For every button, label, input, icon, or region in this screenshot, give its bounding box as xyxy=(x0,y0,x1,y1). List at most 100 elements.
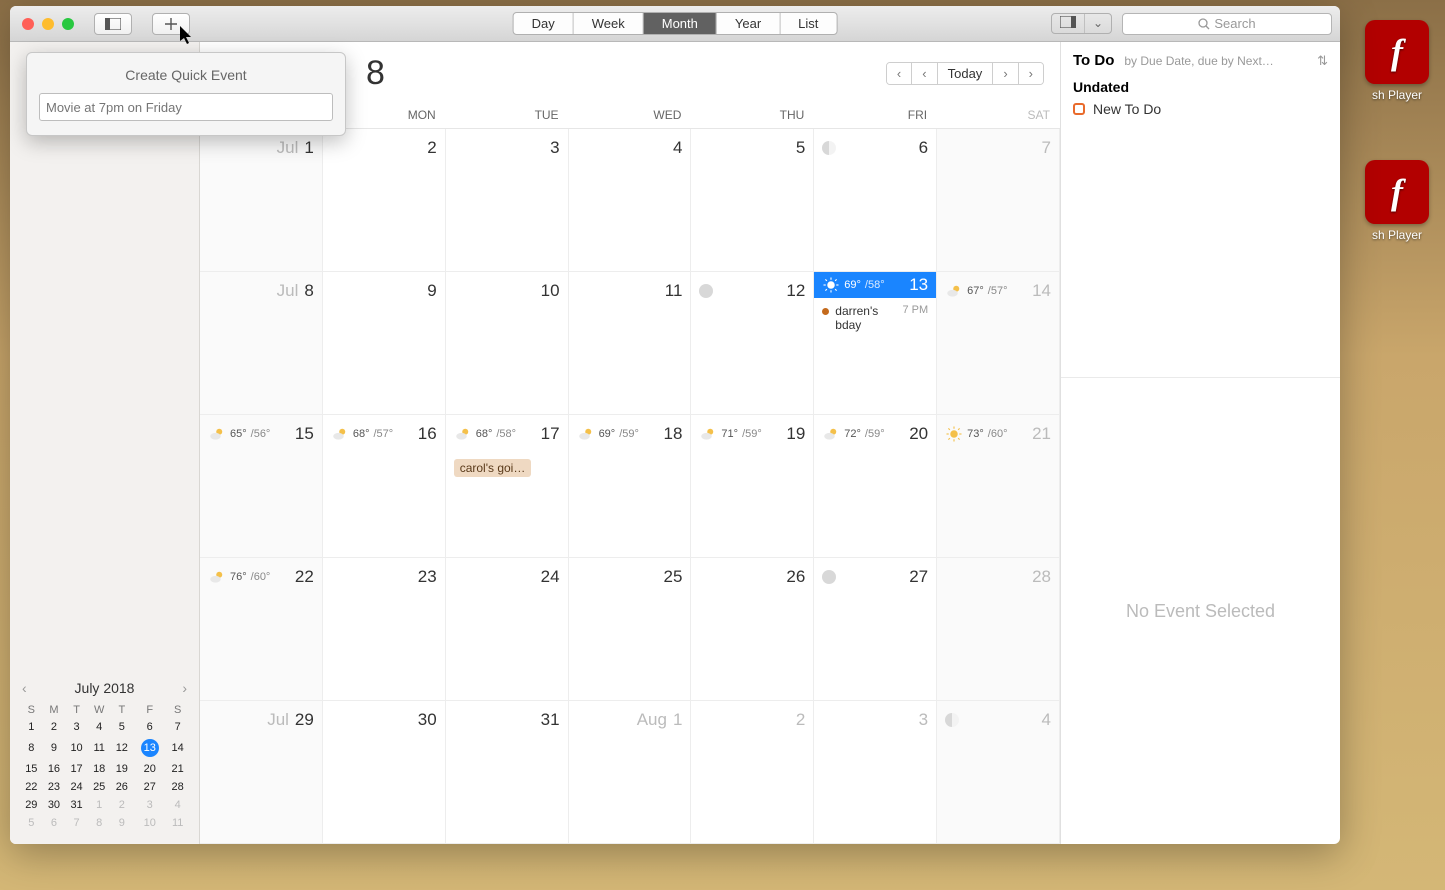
mini-day[interactable]: 12 xyxy=(111,736,134,760)
desktop-icon-flash-2[interactable]: f sh Player xyxy=(1349,160,1445,242)
mini-day[interactable]: 11 xyxy=(88,736,111,760)
quick-event-input[interactable] xyxy=(39,93,333,121)
day-cell[interactable]: 71°/59°19 xyxy=(691,415,814,558)
day-cell[interactable]: 3 xyxy=(446,129,569,272)
day-cell[interactable]: 30 xyxy=(323,701,446,844)
mini-day[interactable]: 25 xyxy=(88,778,111,796)
mini-day[interactable]: 10 xyxy=(65,736,88,760)
mini-day[interactable]: 22 xyxy=(20,778,43,796)
day-cell[interactable]: 7 xyxy=(937,129,1060,272)
mini-day[interactable]: 16 xyxy=(43,760,66,778)
view-week[interactable]: Week xyxy=(574,13,644,34)
day-cell[interactable]: 23 xyxy=(323,558,446,701)
mini-day[interactable]: 29 xyxy=(20,796,43,814)
day-cell[interactable]: 12 xyxy=(691,272,814,415)
day-cell[interactable]: 28 xyxy=(937,558,1060,701)
nav-next[interactable]: › xyxy=(993,63,1018,84)
day-cell[interactable]: 4 xyxy=(937,701,1060,844)
mini-day[interactable]: 4 xyxy=(88,718,111,736)
mini-day[interactable]: 11 xyxy=(166,814,189,832)
mini-day[interactable]: 13 xyxy=(133,736,166,760)
day-cell[interactable]: 65°/56°15 xyxy=(200,415,323,558)
day-cell[interactable]: 24 xyxy=(446,558,569,701)
mini-day[interactable]: 4 xyxy=(166,796,189,814)
mini-day[interactable]: 20 xyxy=(133,760,166,778)
mini-cal-grid[interactable]: SMTWTFS 12345678910111213141516171819202… xyxy=(20,702,189,832)
day-cell[interactable]: 10 xyxy=(446,272,569,415)
day-cell[interactable]: 5 xyxy=(691,129,814,272)
sidebar-toggle-button[interactable] xyxy=(94,13,132,35)
todo-sort-label[interactable]: by Due Date, due by Next… xyxy=(1124,54,1307,68)
mini-day[interactable]: 31 xyxy=(65,796,88,814)
day-cell[interactable]: 68°/58°17carol's goi… xyxy=(446,415,569,558)
view-month[interactable]: Month xyxy=(644,13,717,34)
day-cell[interactable]: 26 xyxy=(691,558,814,701)
view-day[interactable]: Day xyxy=(514,13,574,34)
mini-day[interactable]: 3 xyxy=(133,796,166,814)
mini-day[interactable]: 26 xyxy=(111,778,134,796)
day-cell[interactable]: 68°/57°16 xyxy=(323,415,446,558)
mini-day[interactable]: 28 xyxy=(166,778,189,796)
view-list[interactable]: List xyxy=(780,13,836,34)
mini-day[interactable]: 14 xyxy=(166,736,189,760)
day-cell[interactable]: 3 xyxy=(814,701,937,844)
mini-day[interactable]: 17 xyxy=(65,760,88,778)
day-cell[interactable]: 69°/58°13darren's bday7 PM xyxy=(814,272,937,415)
mini-day[interactable]: 7 xyxy=(166,718,189,736)
nav-prev-far[interactable]: ‹ xyxy=(887,63,912,84)
mini-day[interactable]: 24 xyxy=(65,778,88,796)
mini-day[interactable]: 6 xyxy=(133,718,166,736)
day-cell[interactable]: 2 xyxy=(323,129,446,272)
event[interactable]: darren's bday7 PM xyxy=(822,304,928,332)
day-cell[interactable]: 73°/60°21 xyxy=(937,415,1060,558)
search-field[interactable]: Search xyxy=(1122,13,1332,35)
mini-day[interactable]: 30 xyxy=(43,796,66,814)
mini-day[interactable]: 6 xyxy=(43,814,66,832)
mini-day[interactable]: 9 xyxy=(111,814,134,832)
day-cell[interactable]: 69°/59°18 xyxy=(569,415,692,558)
mini-prev[interactable]: ‹ xyxy=(20,680,29,696)
desktop-icon-flash-1[interactable]: f sh Player xyxy=(1349,20,1445,102)
mini-day[interactable]: 23 xyxy=(43,778,66,796)
nav-today[interactable]: Today xyxy=(938,63,994,84)
day-cell[interactable]: 6 xyxy=(814,129,937,272)
mini-day[interactable]: 1 xyxy=(20,718,43,736)
mini-day[interactable]: 8 xyxy=(20,736,43,760)
day-cell[interactable]: 31 xyxy=(446,701,569,844)
event-pill[interactable]: carol's goi… xyxy=(454,459,532,477)
nav-next-far[interactable]: › xyxy=(1019,63,1043,84)
minimize-button[interactable] xyxy=(42,18,54,30)
mini-day[interactable]: 2 xyxy=(111,796,134,814)
close-button[interactable] xyxy=(22,18,34,30)
day-cell[interactable]: 76°/60°22 xyxy=(200,558,323,701)
mini-day[interactable]: 2 xyxy=(43,718,66,736)
day-cell[interactable]: Jul8 xyxy=(200,272,323,415)
panel-toggle[interactable]: ⌄ xyxy=(1051,13,1112,34)
mini-day[interactable]: 5 xyxy=(20,814,43,832)
mini-day[interactable]: 15 xyxy=(20,760,43,778)
day-cell[interactable]: Jul1 xyxy=(200,129,323,272)
fullscreen-button[interactable] xyxy=(62,18,74,30)
mini-day[interactable]: 7 xyxy=(65,814,88,832)
day-cell[interactable]: 27 xyxy=(814,558,937,701)
mini-day[interactable]: 21 xyxy=(166,760,189,778)
mini-day[interactable]: 5 xyxy=(111,718,134,736)
day-cell[interactable]: 25 xyxy=(569,558,692,701)
mini-day[interactable]: 10 xyxy=(133,814,166,832)
day-cell[interactable]: 67°/57°14 xyxy=(937,272,1060,415)
day-cell[interactable]: Aug1 xyxy=(569,701,692,844)
day-cell[interactable]: 9 xyxy=(323,272,446,415)
mini-day[interactable]: 8 xyxy=(88,814,111,832)
mini-next[interactable]: › xyxy=(180,680,189,696)
todo-checkbox[interactable] xyxy=(1073,103,1085,115)
mini-day[interactable]: 18 xyxy=(88,760,111,778)
day-cell[interactable]: 72°/59°20 xyxy=(814,415,937,558)
mini-day[interactable]: 27 xyxy=(133,778,166,796)
mini-day[interactable]: 1 xyxy=(88,796,111,814)
day-cell[interactable]: Jul29 xyxy=(200,701,323,844)
sort-icon[interactable]: ⇅ xyxy=(1317,53,1328,69)
todo-item[interactable]: New To Do xyxy=(1073,101,1328,117)
mini-day[interactable]: 9 xyxy=(43,736,66,760)
nav-prev[interactable]: ‹ xyxy=(912,63,937,84)
day-cell[interactable]: 11 xyxy=(569,272,692,415)
